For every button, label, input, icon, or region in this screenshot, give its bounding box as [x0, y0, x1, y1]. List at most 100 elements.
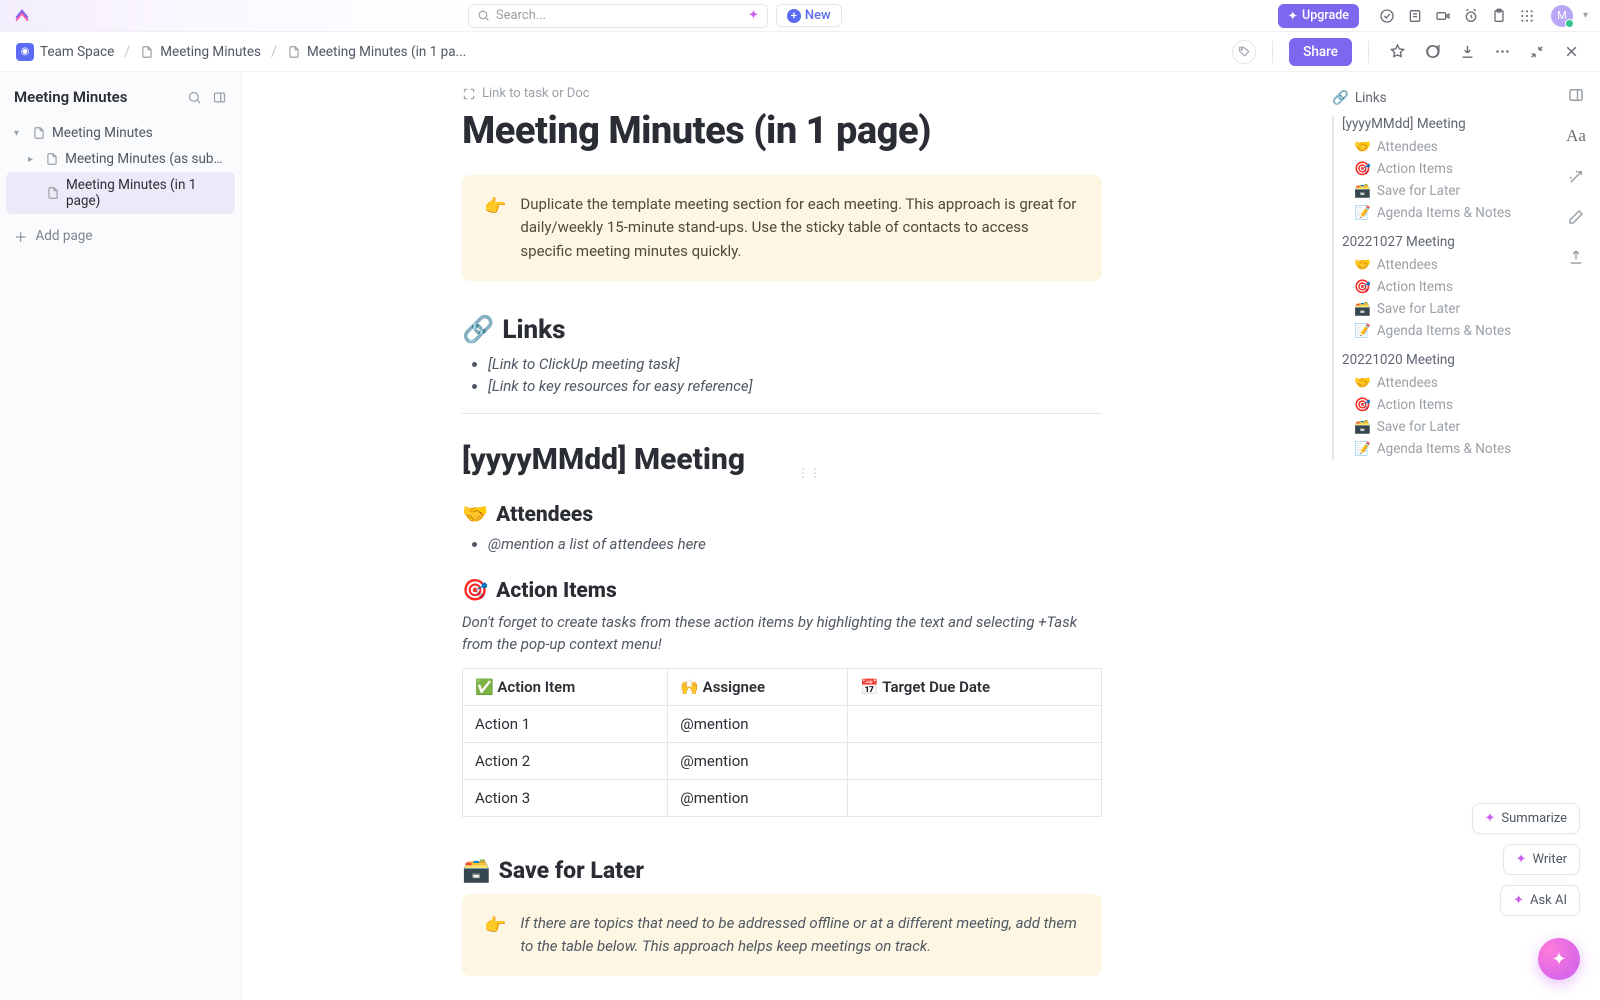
list-item[interactable]: [Link to key resources for easy referenc…	[488, 377, 1102, 395]
cell[interactable]: @mention	[668, 779, 848, 816]
outline-sub[interactable]: 📝Agenda Items & Notes	[1342, 202, 1542, 224]
cell[interactable]: Action 2	[463, 742, 668, 779]
close-icon[interactable]	[1559, 39, 1584, 64]
outline-sub[interactable]: 🤝Attendees	[1342, 136, 1542, 158]
search-icon[interactable]	[187, 90, 202, 105]
save-for-later-heading[interactable]: 🗃️Save for Later	[462, 857, 1102, 884]
ai-sparkle-icon[interactable]: ✦	[748, 8, 759, 23]
outline-links[interactable]: 🔗Links	[1332, 90, 1542, 106]
outline-sub[interactable]: 🎯Action Items	[1342, 276, 1542, 298]
global-search[interactable]: Search... ✦	[468, 4, 768, 28]
new-button[interactable]: + New	[776, 4, 842, 27]
top-icon-row	[1379, 8, 1535, 24]
callout-save[interactable]: 👉 If there are topics that need to be ad…	[462, 894, 1102, 977]
table-header[interactable]: ✅ Action Item	[463, 668, 668, 705]
links-heading[interactable]: 🔗Links	[462, 315, 1102, 345]
cell[interactable]	[848, 779, 1102, 816]
list-item[interactable]: [Link to ClickUp meeting task]	[488, 355, 1102, 373]
ai-ask-button[interactable]: ✦Ask AI	[1500, 885, 1580, 916]
user-avatar[interactable]: M	[1551, 5, 1573, 27]
outline-sub[interactable]: 🗃️Save for Later	[1342, 180, 1542, 202]
avatar-initial: M	[1557, 9, 1567, 22]
table-row[interactable]: Action 3@mention	[463, 779, 1102, 816]
panel-icon[interactable]	[212, 90, 227, 105]
notepad-icon[interactable]	[1407, 8, 1423, 24]
add-page-button[interactable]: ＋ Add page	[0, 218, 241, 254]
attendees-heading[interactable]: 🤝Attendees	[462, 503, 1102, 527]
more-icon[interactable]	[1490, 39, 1515, 64]
sidebar: Meeting Minutes ▾ Meeting Minutes ▸ Meet…	[0, 72, 242, 1000]
check-circle-icon[interactable]	[1379, 8, 1395, 24]
callout-info[interactable]: 👉 Duplicate the template meeting section…	[462, 175, 1102, 281]
share-button[interactable]: Share	[1289, 38, 1352, 66]
action-items-heading[interactable]: 🎯Action Items	[462, 579, 1102, 603]
download-icon[interactable]	[1455, 39, 1480, 64]
outline-sub[interactable]: 🤝Attendees	[1342, 254, 1542, 276]
wand-icon[interactable]	[1567, 168, 1585, 186]
apps-grid-icon[interactable]	[1519, 8, 1535, 24]
ai-writer-button[interactable]: ✦Writer	[1503, 844, 1580, 875]
links-list[interactable]: [Link to ClickUp meeting task] [Link to …	[462, 355, 1102, 395]
list-item[interactable]: @mention a list of attendees here	[488, 535, 1102, 553]
table-header[interactable]: 🙌 Assignee	[668, 668, 848, 705]
outline-sub[interactable]: 📝Agenda Items & Notes	[1342, 320, 1542, 342]
ai-fab[interactable]: ✦	[1538, 938, 1580, 980]
link-to-task[interactable]: Link to task or Doc	[462, 82, 1102, 109]
table-row[interactable]: Action 2@mention	[463, 742, 1102, 779]
action-note[interactable]: Don't forget to create tasks from these …	[462, 611, 1102, 656]
tree-item-subpages[interactable]: ▸ Meeting Minutes (as subpa...	[6, 146, 235, 172]
app-logo[interactable]	[12, 6, 32, 26]
memo-icon: 📝	[1354, 323, 1371, 339]
cell[interactable]: @mention	[668, 742, 848, 779]
attendees-list[interactable]: @mention a list of attendees here	[462, 535, 1102, 553]
comment-icon[interactable]	[1420, 39, 1445, 64]
sparkle-icon: ✦	[1485, 811, 1496, 826]
meeting-heading[interactable]: [yyyyMMdd] Meeting	[462, 442, 1102, 477]
cell[interactable]	[848, 705, 1102, 742]
ai-btn-label: Ask AI	[1530, 893, 1567, 908]
search-placeholder: Search...	[496, 8, 546, 23]
tree-item-root[interactable]: ▾ Meeting Minutes	[6, 120, 235, 146]
outline-sub[interactable]: 🗃️Save for Later	[1342, 416, 1542, 438]
breadcrumb-doc1[interactable]: Meeting Minutes	[140, 44, 261, 60]
collapse-icon[interactable]	[1525, 40, 1549, 64]
export-icon[interactable]	[1567, 248, 1585, 266]
breadcrumb-doc2[interactable]: Meeting Minutes (in 1 pa...	[287, 44, 466, 60]
edit-icon[interactable]	[1567, 208, 1585, 226]
alarm-icon[interactable]	[1463, 8, 1479, 24]
video-icon[interactable]	[1435, 8, 1451, 24]
layout-icon[interactable]	[1567, 86, 1585, 104]
outline-sub[interactable]: 🤝Attendees	[1342, 372, 1542, 394]
chevron-down-icon: ▾	[14, 128, 26, 139]
tag-button[interactable]	[1232, 40, 1256, 64]
cell[interactable]: @mention	[668, 705, 848, 742]
outline-sub[interactable]: 🗃️Save for Later	[1342, 298, 1542, 320]
tree-item-in1page[interactable]: Meeting Minutes (in 1 page)	[6, 172, 235, 214]
breadcrumb-space[interactable]: ◉ Team Space	[16, 43, 114, 61]
sparkle-icon: ✦	[1288, 8, 1298, 24]
typography-icon[interactable]: Aa	[1566, 126, 1586, 146]
clipboard-icon[interactable]	[1491, 8, 1507, 24]
upgrade-button[interactable]: ✦ Upgrade	[1278, 4, 1359, 28]
outline-section[interactable]: 20221027 Meeting	[1342, 234, 1542, 250]
cell[interactable]: Action 3	[463, 779, 668, 816]
table-header[interactable]: 📅 Target Due Date	[848, 668, 1102, 705]
handshake-icon: 🤝	[1354, 375, 1371, 391]
page-title[interactable]: Meeting Minutes (in 1 page)	[462, 109, 1102, 153]
table-row[interactable]: Action 1@mention	[463, 705, 1102, 742]
cell[interactable]: Action 1	[463, 705, 668, 742]
chevron-down-icon[interactable]: ▾	[1583, 10, 1588, 21]
top-bar: Search... ✦ + New ✦ Upgrade M ▾	[0, 0, 1600, 32]
outline-sub[interactable]: 🎯Action Items	[1342, 158, 1542, 180]
drag-handle-icon[interactable]: ⋮⋮	[797, 466, 821, 480]
outline-section[interactable]: [yyyyMMdd] Meeting	[1342, 116, 1542, 132]
target-icon: 🎯	[1354, 279, 1371, 295]
star-icon[interactable]	[1385, 39, 1410, 64]
outline-sub[interactable]: 🎯Action Items	[1342, 394, 1542, 416]
outline-sub[interactable]: 📝Agenda Items & Notes	[1342, 438, 1542, 460]
action-items-table[interactable]: ✅ Action Item 🙌 Assignee 📅 Target Due Da…	[462, 668, 1102, 817]
document-area: Link to task or Doc Meeting Minutes (in …	[242, 72, 1322, 1000]
ai-summarize-button[interactable]: ✦Summarize	[1472, 803, 1580, 834]
outline-section[interactable]: 20221020 Meeting	[1342, 352, 1542, 368]
cell[interactable]	[848, 742, 1102, 779]
